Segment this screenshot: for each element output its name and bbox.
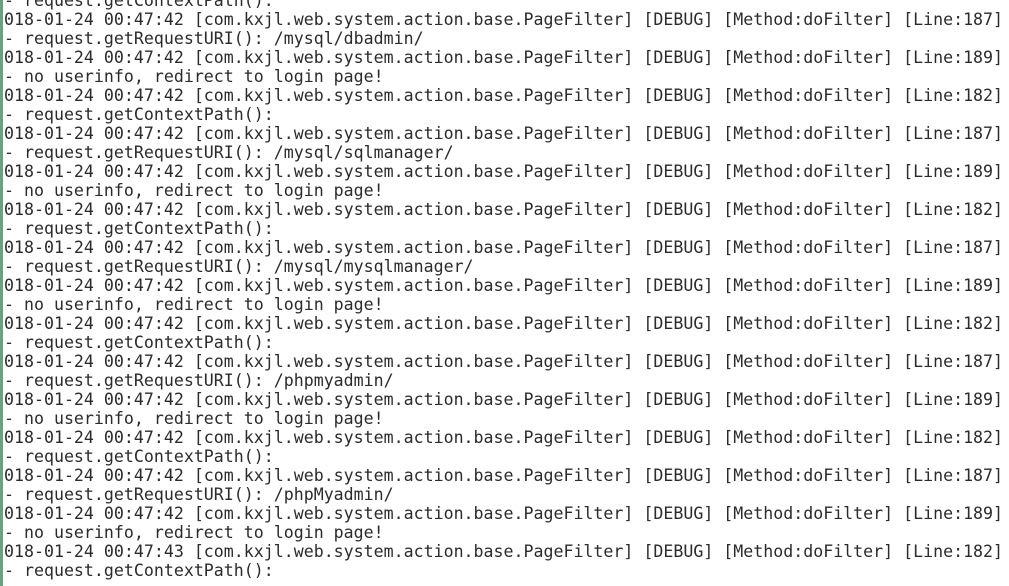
log-line: 018-01-24 00:47:42 [com.kxjl.web.system.… xyxy=(4,238,1004,257)
log-line: - request.getContextPath(): xyxy=(4,0,274,10)
log-line: - request.getContextPath(): xyxy=(4,105,274,124)
log-line: - request.getRequestURI(): /mysql/mysqlm… xyxy=(4,257,474,276)
log-line: - no userinfo, redirect to login page! xyxy=(4,181,384,200)
log-line: - request.getContextPath(): xyxy=(4,561,274,580)
left-border xyxy=(0,0,3,586)
log-line: 018-01-24 00:47:42 [com.kxjl.web.system.… xyxy=(4,504,1004,523)
log-line: 018-01-24 00:47:42 [com.kxjl.web.system.… xyxy=(4,428,1004,447)
terminal-output[interactable]: - request.getContextPath(): 018-01-24 00… xyxy=(0,0,1009,586)
log-line: 018-01-24 00:47:42 [com.kxjl.web.system.… xyxy=(4,48,1004,67)
log-line: - no userinfo, redirect to login page! xyxy=(4,67,384,86)
log-line: - request.getRequestURI(): /mysql/sqlman… xyxy=(4,143,454,162)
log-line: - request.getRequestURI(): /phpMyadmin/ xyxy=(4,485,394,504)
log-line: - request.getContextPath(): xyxy=(4,219,274,238)
log-line: 018-01-24 00:47:42 [com.kxjl.web.system.… xyxy=(4,390,1004,409)
log-line: - request.getRequestURI(): /phpmyadmin/ xyxy=(4,371,394,390)
log-line: - no userinfo, redirect to login page! xyxy=(4,409,384,428)
log-line: 018-01-24 00:47:42 [com.kxjl.web.system.… xyxy=(4,276,1004,295)
log-lines: - request.getContextPath(): 018-01-24 00… xyxy=(4,0,1009,580)
log-line: 018-01-24 00:47:42 [com.kxjl.web.system.… xyxy=(4,352,1004,371)
log-line: 018-01-24 00:47:42 [com.kxjl.web.system.… xyxy=(4,200,1004,219)
log-line: - request.getRequestURI(): /mysql/dbadmi… xyxy=(4,29,424,48)
log-line: - no userinfo, redirect to login page! xyxy=(4,295,384,314)
log-line: 018-01-24 00:47:42 [com.kxjl.web.system.… xyxy=(4,466,1004,485)
log-line: 018-01-24 00:47:42 [com.kxjl.web.system.… xyxy=(4,162,1004,181)
log-line: 018-01-24 00:47:43 [com.kxjl.web.system.… xyxy=(4,542,1004,561)
log-line: - request.getContextPath(): xyxy=(4,447,274,466)
log-line: 018-01-24 00:47:42 [com.kxjl.web.system.… xyxy=(4,314,1004,333)
log-line: 018-01-24 00:47:42 [com.kxjl.web.system.… xyxy=(4,86,1004,105)
log-line: 018-01-24 00:47:42 [com.kxjl.web.system.… xyxy=(4,124,1004,143)
log-line: 018-01-24 00:47:42 [com.kxjl.web.system.… xyxy=(4,10,1004,29)
log-line: - request.getContextPath(): xyxy=(4,333,274,352)
log-line: - no userinfo, redirect to login page! xyxy=(4,523,384,542)
